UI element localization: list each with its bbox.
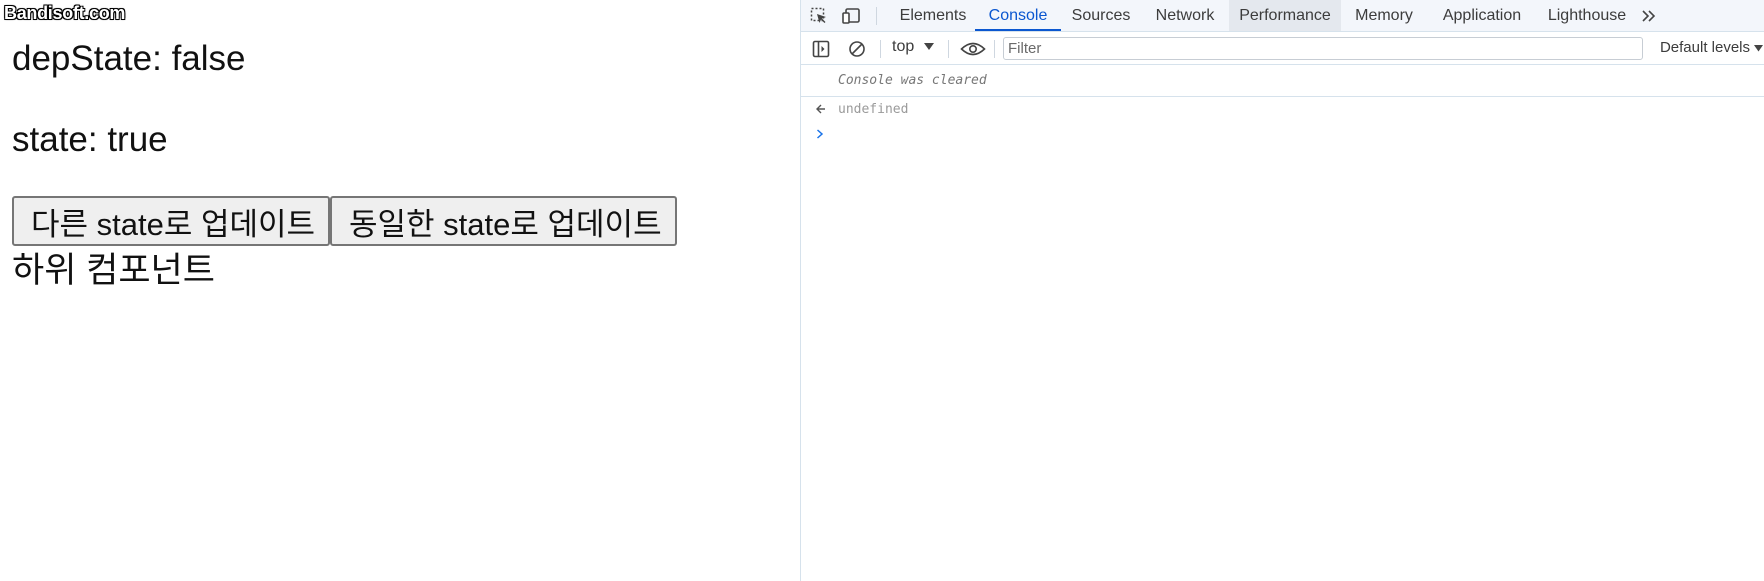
- update-different-state-button[interactable]: 다른 state로 업데이트: [12, 196, 330, 246]
- caret-down-icon: [1754, 39, 1763, 56]
- toolbar-separator: [880, 40, 881, 58]
- tab-elements[interactable]: Elements: [891, 0, 975, 31]
- tab-sources[interactable]: Sources: [1061, 0, 1141, 31]
- state-text: state: true: [12, 120, 168, 159]
- bandisoft-watermark: Bandisoft.com: [4, 3, 126, 23]
- clear-console-icon[interactable]: [847, 39, 867, 59]
- filter-input[interactable]: [1003, 37, 1643, 60]
- console-result-row: undefined: [801, 97, 1764, 123]
- context-label: top: [892, 38, 915, 55]
- inspect-element-icon[interactable]: [809, 6, 829, 26]
- sidebar-toggle-icon[interactable]: [811, 39, 831, 59]
- prompt-chevron-icon: [816, 125, 824, 144]
- console-cleared-message: Console was cleared: [801, 65, 1764, 97]
- device-toolbar-icon[interactable]: [841, 6, 863, 26]
- caret-down-icon: [924, 38, 935, 56]
- console-toolbar: top Default levels: [801, 32, 1764, 65]
- live-expression-eye-icon[interactable]: [959, 39, 987, 59]
- tab-performance[interactable]: Performance: [1229, 0, 1341, 31]
- tabbar-separator: [876, 7, 877, 25]
- context-selector[interactable]: top: [892, 38, 935, 56]
- log-levels-dropdown[interactable]: Default levels: [1660, 39, 1763, 56]
- update-button-row: 다른 state로 업데이트 동일한 state로 업데이트: [12, 196, 677, 246]
- devtools-tabbar: Elements Console Sources Network Perform…: [801, 0, 1764, 32]
- console-result-value: undefined: [838, 102, 909, 117]
- result-arrow-icon: [816, 97, 838, 123]
- console-prompt[interactable]: [801, 123, 1764, 147]
- update-same-state-button[interactable]: 동일한 state로 업데이트: [330, 196, 677, 246]
- devtools-panel: Elements Console Sources Network Perform…: [800, 0, 1764, 581]
- tab-console[interactable]: Console: [975, 0, 1061, 31]
- child-component-text: 하위 컴포넌트: [12, 251, 215, 290]
- app-page: Bandisoft.com depState: false state: tru…: [0, 0, 800, 581]
- toolbar-separator: [994, 40, 995, 58]
- console-output: Console was cleared undefined: [801, 65, 1764, 147]
- dep-state-text: depState: false: [12, 39, 246, 78]
- double-chevron-right-icon[interactable]: [1639, 6, 1659, 26]
- tab-memory[interactable]: Memory: [1341, 0, 1427, 31]
- log-levels-label: Default levels: [1659, 39, 1750, 56]
- tab-network[interactable]: Network: [1141, 0, 1229, 31]
- tab-lighthouse[interactable]: Lighthouse: [1537, 0, 1637, 31]
- toolbar-separator: [948, 40, 949, 58]
- tab-application[interactable]: Application: [1427, 0, 1537, 31]
